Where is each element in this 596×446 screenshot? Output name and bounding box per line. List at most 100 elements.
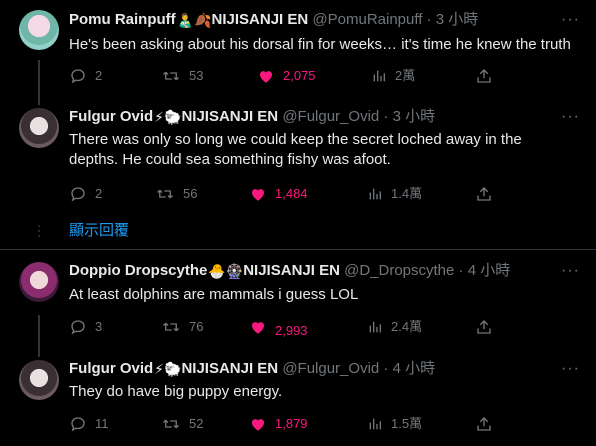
handle[interactable]: @Fulgur_Ovid <box>282 108 379 125</box>
views-count: 2.4萬 <box>391 318 423 334</box>
retweet-count: 53 <box>189 67 204 83</box>
reply-button[interactable]: 3 <box>69 316 102 336</box>
more-icon[interactable]: ··· <box>561 261 580 281</box>
tweet[interactable]: Fulgur Ovid⚡🐑NIJISANJI EN @Fulgur_Ovid ·… <box>0 100 596 210</box>
like-button[interactable]: 1,484 <box>249 183 308 203</box>
show-replies-link[interactable]: 顯示回覆 <box>69 221 129 241</box>
reply-count: 3 <box>95 318 103 334</box>
divider <box>0 249 596 250</box>
like-count: 1,484 <box>275 185 308 201</box>
timestamp[interactable]: · 4 小時 <box>459 262 511 279</box>
views-count: 2萬 <box>395 67 416 83</box>
name-emoji: 👨‍🍼🍂 <box>176 12 212 29</box>
views-button[interactable]: 1.4萬 <box>367 183 422 203</box>
action-bar: 2 56 1,484 1.4萬 <box>69 183 509 203</box>
retweet-icon <box>163 71 179 80</box>
tweet-text: At least dolphins are mammals i guess LO… <box>69 286 359 303</box>
views-icon <box>369 321 381 332</box>
like-button[interactable]: 2,075 <box>257 65 316 85</box>
display-name[interactable]: Fulgur Ovid <box>69 108 153 125</box>
timestamp[interactable]: · 3 小時 <box>427 11 479 28</box>
views-count: 1.5萬 <box>391 415 423 431</box>
tweet-header: Pomu Rainpuff👨‍🍼🍂NIJISANJI EN @PomuRainp… <box>69 10 478 30</box>
reply-count: 2 <box>95 185 103 201</box>
like-count: 1,879 <box>275 415 308 431</box>
retweet-count: 56 <box>183 185 198 201</box>
retweet-count: 52 <box>189 415 204 431</box>
heart-icon <box>252 321 264 334</box>
handle[interactable]: @D_Dropscythe <box>344 262 454 279</box>
reply-count: 11 <box>95 415 109 431</box>
share-button[interactable] <box>475 65 493 85</box>
display-name[interactable]: Doppio Dropscythe <box>69 262 207 279</box>
org-label[interactable]: NIJISANJI EN <box>212 11 309 28</box>
name-emoji: ⚡🐑 <box>154 361 182 378</box>
name-emoji: ⚡🐑 <box>154 109 182 126</box>
retweet-button[interactable]: 76 <box>161 316 203 336</box>
tweet-header: Doppio Dropscythe🐣🎡NIJISANJI EN @D_Drops… <box>69 261 510 281</box>
heart-icon <box>260 70 272 83</box>
thread-dots <box>34 225 44 239</box>
org-label[interactable]: NIJISANJI EN <box>243 262 340 279</box>
avatar[interactable] <box>19 360 59 400</box>
more-icon[interactable]: ··· <box>561 359 580 379</box>
retweet-icon <box>157 189 173 198</box>
like-count: 2,075 <box>283 67 316 83</box>
reply-button[interactable]: 11 <box>69 413 109 433</box>
display-name[interactable]: Fulgur Ovid <box>69 360 153 377</box>
tweet-text: There was only so long we could keep the… <box>69 131 522 168</box>
tweet-header: Fulgur Ovid⚡🐑NIJISANJI EN @Fulgur_Ovid ·… <box>69 359 435 379</box>
reply-icon <box>71 416 85 432</box>
more-icon[interactable]: ··· <box>561 107 580 127</box>
retweet-button[interactable]: 53 <box>161 65 203 85</box>
action-bar: 11 52 1,879 1.5萬 <box>69 413 509 433</box>
views-icon <box>373 70 385 81</box>
tweet[interactable]: Fulgur Ovid⚡🐑NIJISANJI EN @Fulgur_Ovid ·… <box>0 352 596 446</box>
views-button[interactable]: 1.5萬 <box>367 413 422 433</box>
tweet-text: He's been asking about his dorsal fin fo… <box>69 36 571 53</box>
like-count: 2,993 <box>275 322 308 338</box>
tweet-header: Fulgur Ovid⚡🐑NIJISANJI EN @Fulgur_Ovid ·… <box>69 107 435 127</box>
action-bar: 3 76 2,993 2.4萬 <box>69 316 509 338</box>
handle[interactable]: @Fulgur_Ovid <box>282 360 379 377</box>
retweet-icon <box>163 322 179 331</box>
org-label[interactable]: NIJISANJI EN <box>181 108 278 125</box>
views-icon <box>369 418 381 429</box>
views-button[interactable]: 2.4萬 <box>367 316 422 336</box>
reply-icon <box>71 68 85 84</box>
reply-button[interactable]: 2 <box>69 65 102 85</box>
views-button[interactable]: 2萬 <box>371 65 415 85</box>
share-button[interactable] <box>475 316 493 336</box>
like-button[interactable]: 1,879 <box>249 413 308 433</box>
tweet-text: They do have big puppy energy. <box>69 383 283 400</box>
share-icon <box>477 186 491 201</box>
retweet-icon <box>163 419 179 428</box>
avatar[interactable] <box>19 262 59 302</box>
retweet-button[interactable]: 56 <box>155 183 197 203</box>
share-button[interactable] <box>475 183 493 203</box>
tweet[interactable]: Pomu Rainpuff👨‍🍼🍂NIJISANJI EN @PomuRainp… <box>0 0 596 100</box>
reply-button[interactable]: 2 <box>69 183 102 203</box>
name-emoji: 🐣🎡 <box>208 263 244 280</box>
reply-icon <box>71 319 85 335</box>
handle[interactable]: @PomuRainpuff <box>312 11 422 28</box>
like-button[interactable]: 2,993 <box>249 316 308 338</box>
share-icon <box>477 416 491 431</box>
share-icon <box>477 68 491 83</box>
display-name[interactable]: Pomu Rainpuff <box>69 11 176 28</box>
avatar[interactable] <box>19 10 59 50</box>
more-icon[interactable]: ··· <box>561 10 580 30</box>
reply-icon <box>71 186 85 202</box>
avatar[interactable] <box>19 108 59 148</box>
retweet-count: 76 <box>189 318 204 334</box>
views-icon <box>369 188 381 199</box>
retweet-button[interactable]: 52 <box>161 413 203 433</box>
tweet[interactable]: Doppio Dropscythe🐣🎡NIJISANJI EN @D_Drops… <box>0 252 596 348</box>
timestamp[interactable]: · 4 小時 <box>383 360 435 377</box>
timestamp[interactable]: · 3 小時 <box>383 108 435 125</box>
org-label[interactable]: NIJISANJI EN <box>181 360 278 377</box>
views-count: 1.4萬 <box>391 185 423 201</box>
share-button[interactable] <box>475 413 493 433</box>
reply-count: 2 <box>95 67 103 83</box>
heart-icon <box>252 418 264 431</box>
